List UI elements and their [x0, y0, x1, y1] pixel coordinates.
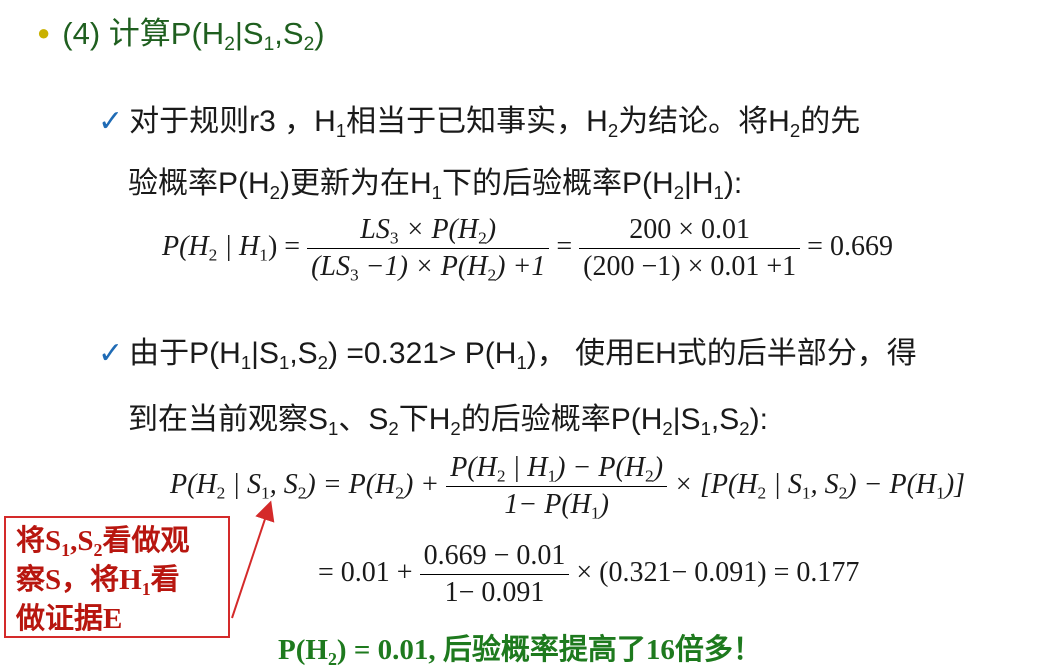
annotation-arrow-icon — [231, 500, 275, 619]
conclusion-text: P(H2) = 0.01, 后验概率提高了16倍多！ — [278, 634, 762, 669]
